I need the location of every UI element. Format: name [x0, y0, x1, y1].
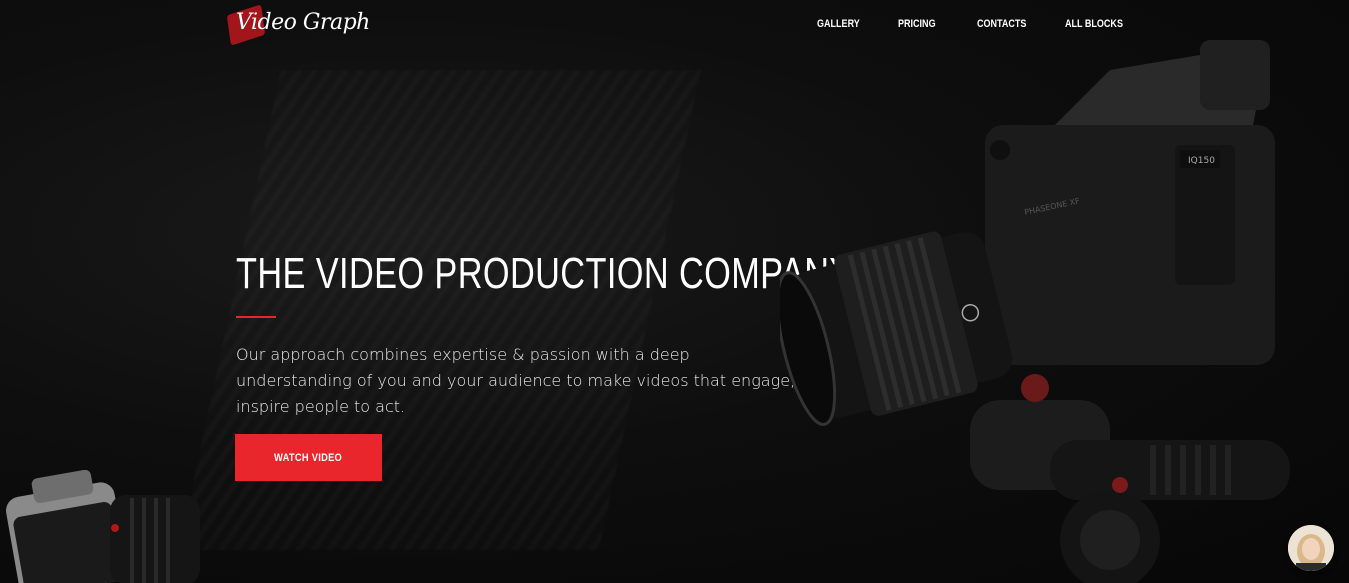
user-avatar-icon — [1288, 525, 1334, 571]
watch-video-label: WATCH VIDEO — [274, 451, 343, 464]
camera-lens — [780, 231, 1013, 426]
nav-item-pricing[interactable]: PRICING — [898, 18, 936, 30]
hero-title: THE VIDEO PRODUCTION COMPANY — [236, 249, 853, 298]
nav-item-all-blocks[interactable]: ALL BLOCKS — [1065, 18, 1123, 30]
logo-text: Video Graph — [236, 10, 370, 35]
camera-model-label: IQ150 — [1188, 156, 1215, 166]
nav-item-contacts[interactable]: CONTACTS — [977, 18, 1026, 30]
hero-description: Our approach combines expertise & passio… — [236, 345, 796, 416]
nav-item-gallery[interactable]: GALLERY — [817, 18, 860, 30]
tripod-head — [970, 374, 1290, 583]
title-divider — [236, 316, 276, 318]
logo-link[interactable]: Video Graph — [226, 4, 370, 46]
camera-body: IQ150 PHASEONE XF — [985, 40, 1275, 365]
camera-image: IQ150 PHASEONE XF — [780, 40, 1290, 583]
chat-avatar[interactable] — [1288, 525, 1334, 571]
watch-video-button[interactable]: WATCH VIDEO — [235, 434, 382, 481]
small-camera-image — [6, 470, 200, 583]
